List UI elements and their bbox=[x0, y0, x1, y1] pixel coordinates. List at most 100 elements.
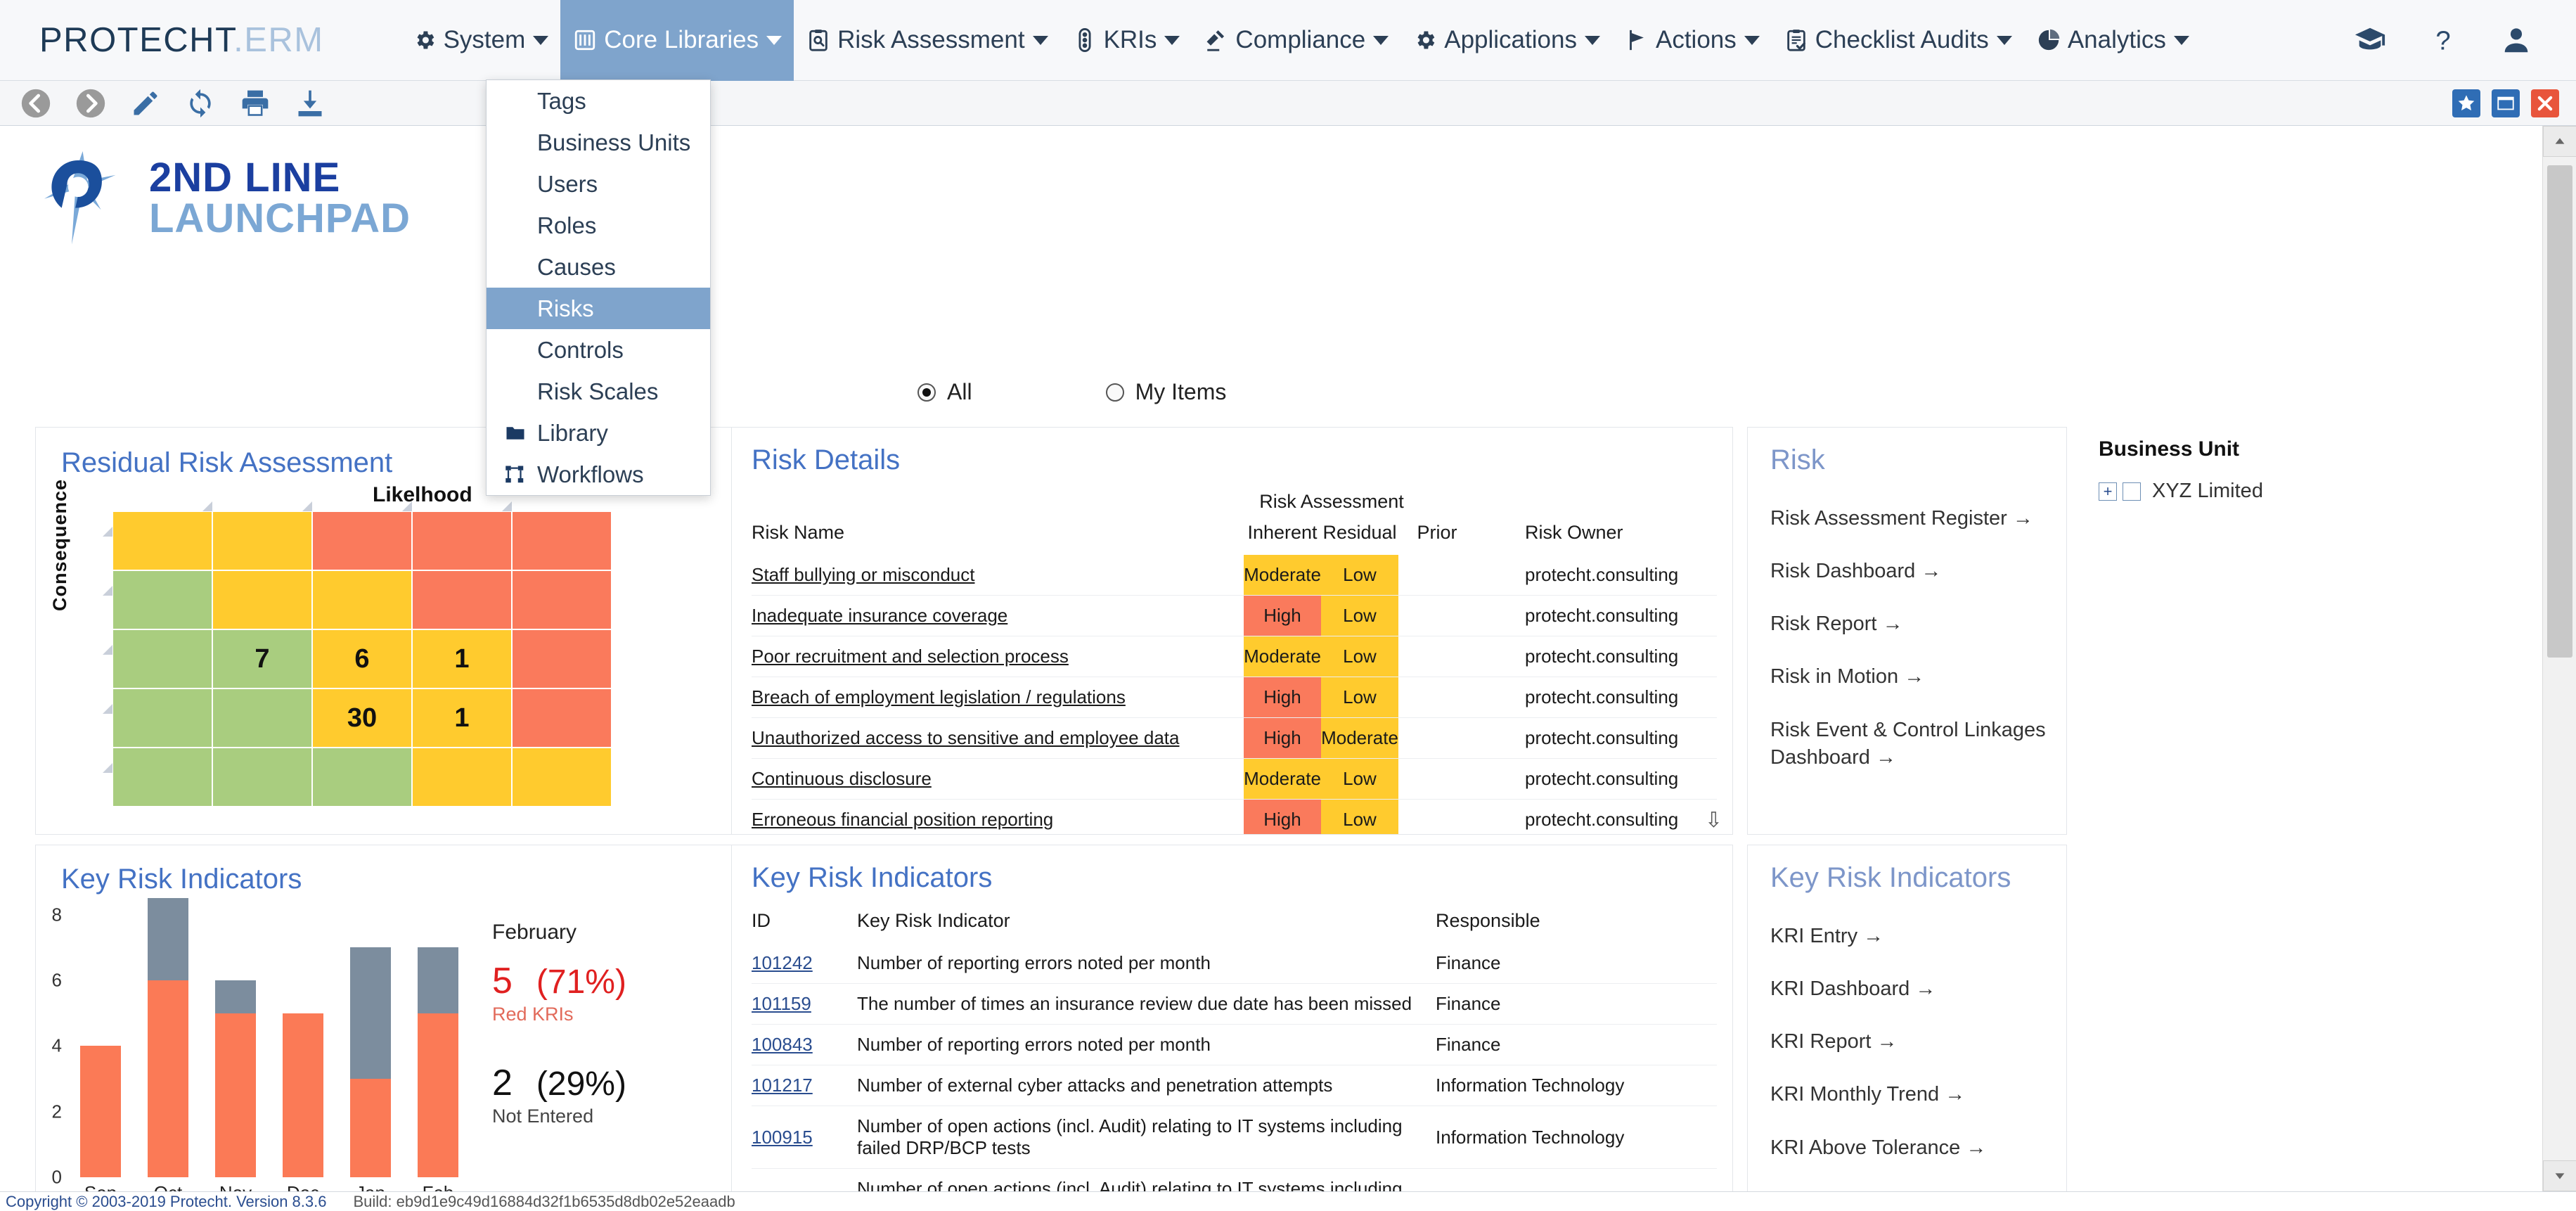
kri-id-cell[interactable]: 101159 bbox=[752, 983, 857, 1025]
page-scrollbar[interactable] bbox=[2542, 126, 2576, 1191]
heatmap-cell[interactable] bbox=[512, 570, 612, 629]
risk-name-cell[interactable]: Breach of employment legislation / regul… bbox=[752, 677, 1244, 718]
radio-indicator[interactable] bbox=[917, 383, 936, 402]
scrollbar-thumb[interactable] bbox=[2547, 165, 2572, 658]
scroll-up-button[interactable] bbox=[2543, 126, 2576, 157]
kri-link-kri-entry[interactable]: KRI Entry → bbox=[1770, 923, 2054, 950]
kri-id-cell[interactable]: 101217 bbox=[752, 1065, 857, 1106]
heatmap-cell[interactable]: 7 bbox=[212, 629, 312, 688]
risk-name-cell[interactable]: Inadequate insurance coverage bbox=[752, 595, 1244, 636]
risk-name-cell[interactable]: Continuous disclosure bbox=[752, 758, 1244, 800]
heatmap-cell[interactable]: 1 bbox=[412, 688, 512, 748]
kri-id-link[interactable]: 101242 bbox=[752, 952, 813, 973]
heatmap-cell[interactable] bbox=[112, 748, 212, 807]
kri-id-cell[interactable]: 101172 bbox=[752, 1168, 857, 1191]
kri-id-link[interactable]: 101159 bbox=[752, 993, 811, 1014]
kri-link-kri-dashboard[interactable]: KRI Dashboard → bbox=[1770, 975, 2054, 1003]
risk-link-risk-report[interactable]: Risk Report → bbox=[1770, 610, 2051, 638]
kri-link-kri-report[interactable]: KRI Report → bbox=[1770, 1028, 2054, 1056]
matrix-sort-tick[interactable] bbox=[103, 586, 112, 596]
table-row[interactable]: 101172Number of open actions (incl. Audi… bbox=[752, 1168, 1717, 1191]
table-row[interactable]: Erroneous financial position reporting Hi… bbox=[752, 799, 1717, 834]
risk-name-cell[interactable]: Unauthorized access to sensitive and emp… bbox=[752, 717, 1244, 759]
restore-window-icon[interactable] bbox=[2492, 89, 2520, 117]
risk-name-link[interactable]: Erroneous financial position reporting bbox=[752, 809, 1053, 830]
risk-name-link[interactable]: Unauthorized access to sensitive and emp… bbox=[752, 727, 1179, 748]
expand-plus-icon[interactable]: + bbox=[2099, 482, 2117, 501]
matrix-sort-tick[interactable] bbox=[302, 501, 312, 511]
menu-item-business-units[interactable]: Business Units bbox=[487, 122, 710, 163]
table-row[interactable]: 100915 Number of open actions (incl. Audi… bbox=[752, 1106, 1717, 1169]
column-header-key-risk-indicator[interactable]: Key Risk Indicator bbox=[857, 910, 1436, 943]
risk-name-link[interactable]: Continuous disclosure bbox=[752, 768, 932, 789]
table-row[interactable]: 101217 Number of external cyber attacks a… bbox=[752, 1065, 1717, 1106]
column-header-responsible[interactable]: Responsible bbox=[1436, 910, 1717, 943]
matrix-sort-tick[interactable] bbox=[202, 501, 212, 511]
heatmap-cell[interactable]: 6 bbox=[312, 629, 412, 688]
print-icon[interactable] bbox=[238, 86, 273, 121]
heatmap-cell[interactable] bbox=[412, 570, 512, 629]
table-row[interactable]: Inadequate insurance coverage High Low prot… bbox=[752, 595, 1717, 636]
back-icon[interactable] bbox=[18, 86, 53, 121]
risk-name-link[interactable]: Breach of employment legislation / regul… bbox=[752, 686, 1126, 707]
matrix-sort-tick[interactable] bbox=[103, 527, 112, 537]
matrix-sort-tick[interactable] bbox=[103, 704, 112, 714]
help-question-icon[interactable]: ? bbox=[2427, 24, 2459, 56]
heatmap-cell[interactable] bbox=[512, 748, 612, 807]
heatmap-cell[interactable] bbox=[112, 688, 212, 748]
business-unit-tree-node[interactable]: + XYZ Limited bbox=[2099, 480, 2492, 503]
heatmap-cell[interactable] bbox=[212, 688, 312, 748]
kri-link-kri-monthly-trend[interactable]: KRI Monthly Trend → bbox=[1770, 1081, 2054, 1108]
heatmap-cell[interactable]: 30 bbox=[312, 688, 412, 748]
heatmap-cell[interactable] bbox=[512, 511, 612, 570]
heatmap-cell[interactable] bbox=[212, 570, 312, 629]
risk-link-risk-event-control-linkages-dashboard[interactable]: Risk Event & Control Linkages Dashboard … bbox=[1770, 717, 2051, 771]
table-row[interactable]: 100843 Number of reporting errors noted p… bbox=[752, 1024, 1717, 1065]
risk-name-cell[interactable]: Poor recruitment and selection process bbox=[752, 636, 1244, 677]
menu-item-workflows[interactable]: Workflows bbox=[487, 454, 710, 495]
column-header-id[interactable]: ID bbox=[752, 910, 857, 943]
radio-my-items[interactable]: My Items bbox=[1105, 379, 1226, 405]
table-row[interactable]: Poor recruitment and selection process Mo… bbox=[752, 636, 1717, 677]
nav-item-applications[interactable]: Applications bbox=[1400, 0, 1612, 81]
nav-item-actions[interactable]: Actions bbox=[1612, 0, 1772, 81]
heatmap-cell[interactable] bbox=[312, 511, 412, 570]
heatmap-cell[interactable] bbox=[412, 748, 512, 807]
risk-name-link[interactable]: Staff bullying or misconduct bbox=[752, 564, 974, 585]
table-row[interactable]: 101159 The number of times an insurance r… bbox=[752, 983, 1717, 1025]
matrix-sort-tick[interactable] bbox=[402, 501, 412, 511]
kri-id-link[interactable]: 101217 bbox=[752, 1075, 813, 1096]
menu-item-causes[interactable]: Causes bbox=[487, 246, 710, 288]
column-header-inherent[interactable]: Inherent bbox=[1244, 522, 1321, 555]
table-row[interactable]: Continuous disclosure Moderate Low protecht… bbox=[752, 758, 1717, 800]
heatmap-cell[interactable] bbox=[212, 748, 312, 807]
residual-risk-heatmap[interactable]: 7 6 1 30 1 bbox=[112, 511, 612, 807]
edit-pencil-icon[interactable] bbox=[128, 86, 163, 121]
nav-item-system[interactable]: System bbox=[400, 0, 561, 81]
kri-link-kri-above-tolerance[interactable]: KRI Above Tolerance → bbox=[1770, 1134, 2054, 1162]
heatmap-cell[interactable] bbox=[412, 511, 512, 570]
risk-details-resize-handle[interactable]: ⇩ bbox=[1705, 808, 1722, 833]
heatmap-cell[interactable] bbox=[112, 511, 212, 570]
nav-item-core-libraries[interactable]: Core Libraries bbox=[560, 0, 794, 81]
download-icon[interactable] bbox=[292, 86, 328, 121]
close-window-icon[interactable] bbox=[2531, 89, 2559, 117]
forward-icon[interactable] bbox=[73, 86, 108, 121]
column-header-risk-owner[interactable]: Risk Owner bbox=[1476, 522, 1717, 555]
column-header-residual[interactable]: Residual bbox=[1321, 522, 1398, 555]
risk-link-risk-in-motion[interactable]: Risk in Motion → bbox=[1770, 663, 2051, 691]
nav-item-analytics[interactable]: Analytics bbox=[2024, 0, 2201, 81]
nav-item-checklist-audits[interactable]: Checklist Audits bbox=[1772, 0, 2024, 81]
menu-item-users[interactable]: Users bbox=[487, 163, 710, 205]
kri-id-cell[interactable]: 100915 bbox=[752, 1106, 857, 1169]
nav-item-kris[interactable]: KRIs bbox=[1060, 0, 1192, 81]
menu-item-tags[interactable]: Tags bbox=[487, 80, 710, 122]
table-row[interactable]: Staff bullying or misconduct Moderate Low p… bbox=[752, 555, 1717, 596]
risk-name-link[interactable]: Inadequate insurance coverage bbox=[752, 605, 1007, 626]
refresh-icon[interactable] bbox=[183, 86, 218, 121]
risk-name-cell[interactable]: Erroneous financial position reporting bbox=[752, 799, 1244, 834]
kri-id-cell[interactable]: 100843 bbox=[752, 1024, 857, 1065]
heatmap-cell[interactable] bbox=[112, 570, 212, 629]
risk-link-risk-dashboard[interactable]: Risk Dashboard → bbox=[1770, 558, 2051, 585]
menu-item-library[interactable]: Library bbox=[487, 412, 710, 454]
